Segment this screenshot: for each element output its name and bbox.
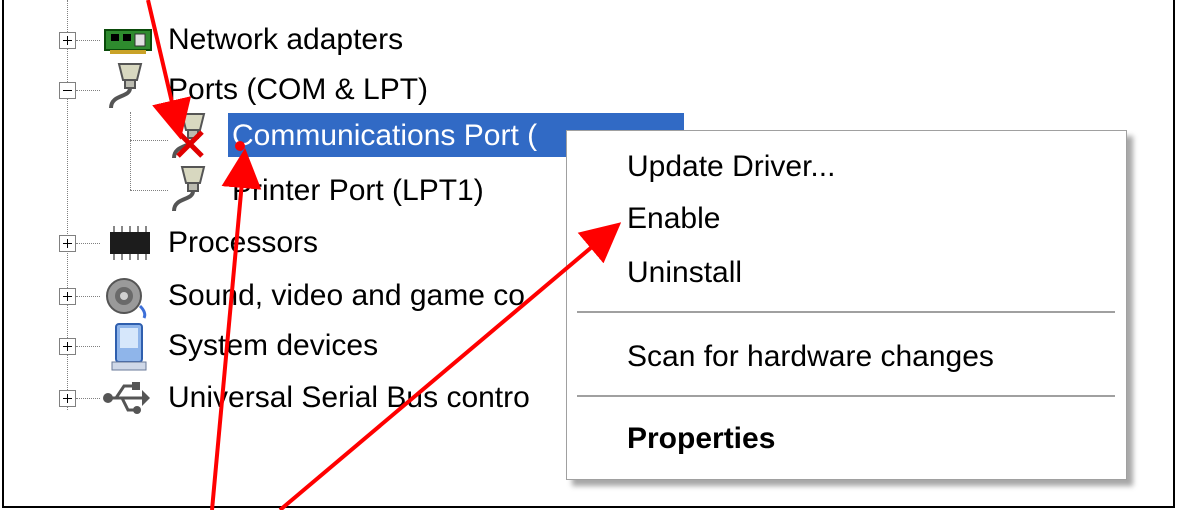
arrow-to-disabled-port-icon xyxy=(146,0,192,140)
arrow-dot xyxy=(235,141,245,151)
arrow-to-communications-port xyxy=(210,148,262,510)
arrow-to-enable xyxy=(278,222,622,510)
annotation-arrows xyxy=(146,0,622,510)
